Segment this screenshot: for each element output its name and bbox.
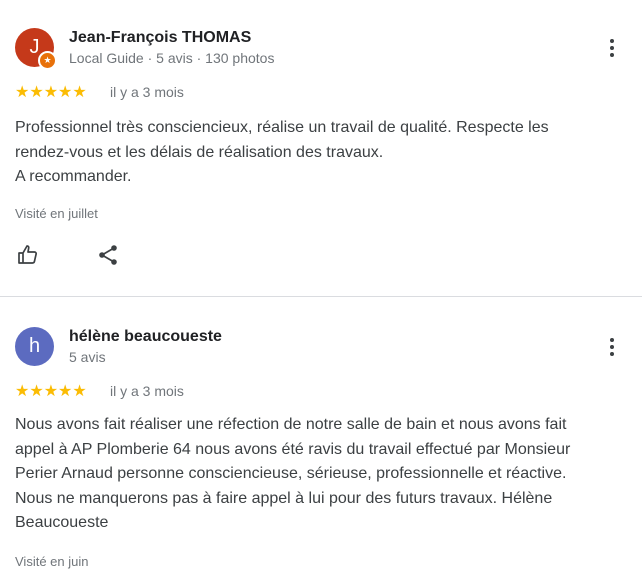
review-divider [0,296,642,297]
review-text: Nous avons fait réaliser une réfection d… [15,416,571,531]
avatar-initial: h [28,335,41,357]
reviewer-name[interactable]: hélène beaucoueste [69,328,222,346]
more-vert-icon[interactable] [601,334,623,360]
review-time: il y a 3 mois [110,84,184,100]
review-text: Professionnel très consciencieux, réalis… [15,119,549,185]
reviewer-name[interactable]: Jean-François THOMAS [69,29,251,47]
star-rating: ★★★★★ [15,383,87,400]
like-button[interactable] [13,240,43,270]
reviewer-meta[interactable]: Local Guide · 5 avis · 130 photos [69,50,274,66]
local-guide-star-icon: ★ [38,51,57,70]
visited-date: Visité en juin [15,554,89,569]
visited-date: Visité en juillet [15,206,98,221]
share-button[interactable] [93,240,123,270]
review-time: il y a 3 mois [110,383,184,399]
avatar[interactable]: h [15,327,54,366]
share-icon [99,245,117,265]
star-rating: ★★★★★ [15,84,87,101]
avatar[interactable]: J ★ [15,28,57,70]
thumbs-up-icon [18,245,38,264]
reviewer-meta[interactable]: 5 avis [69,349,106,365]
more-vert-icon[interactable] [601,35,623,61]
